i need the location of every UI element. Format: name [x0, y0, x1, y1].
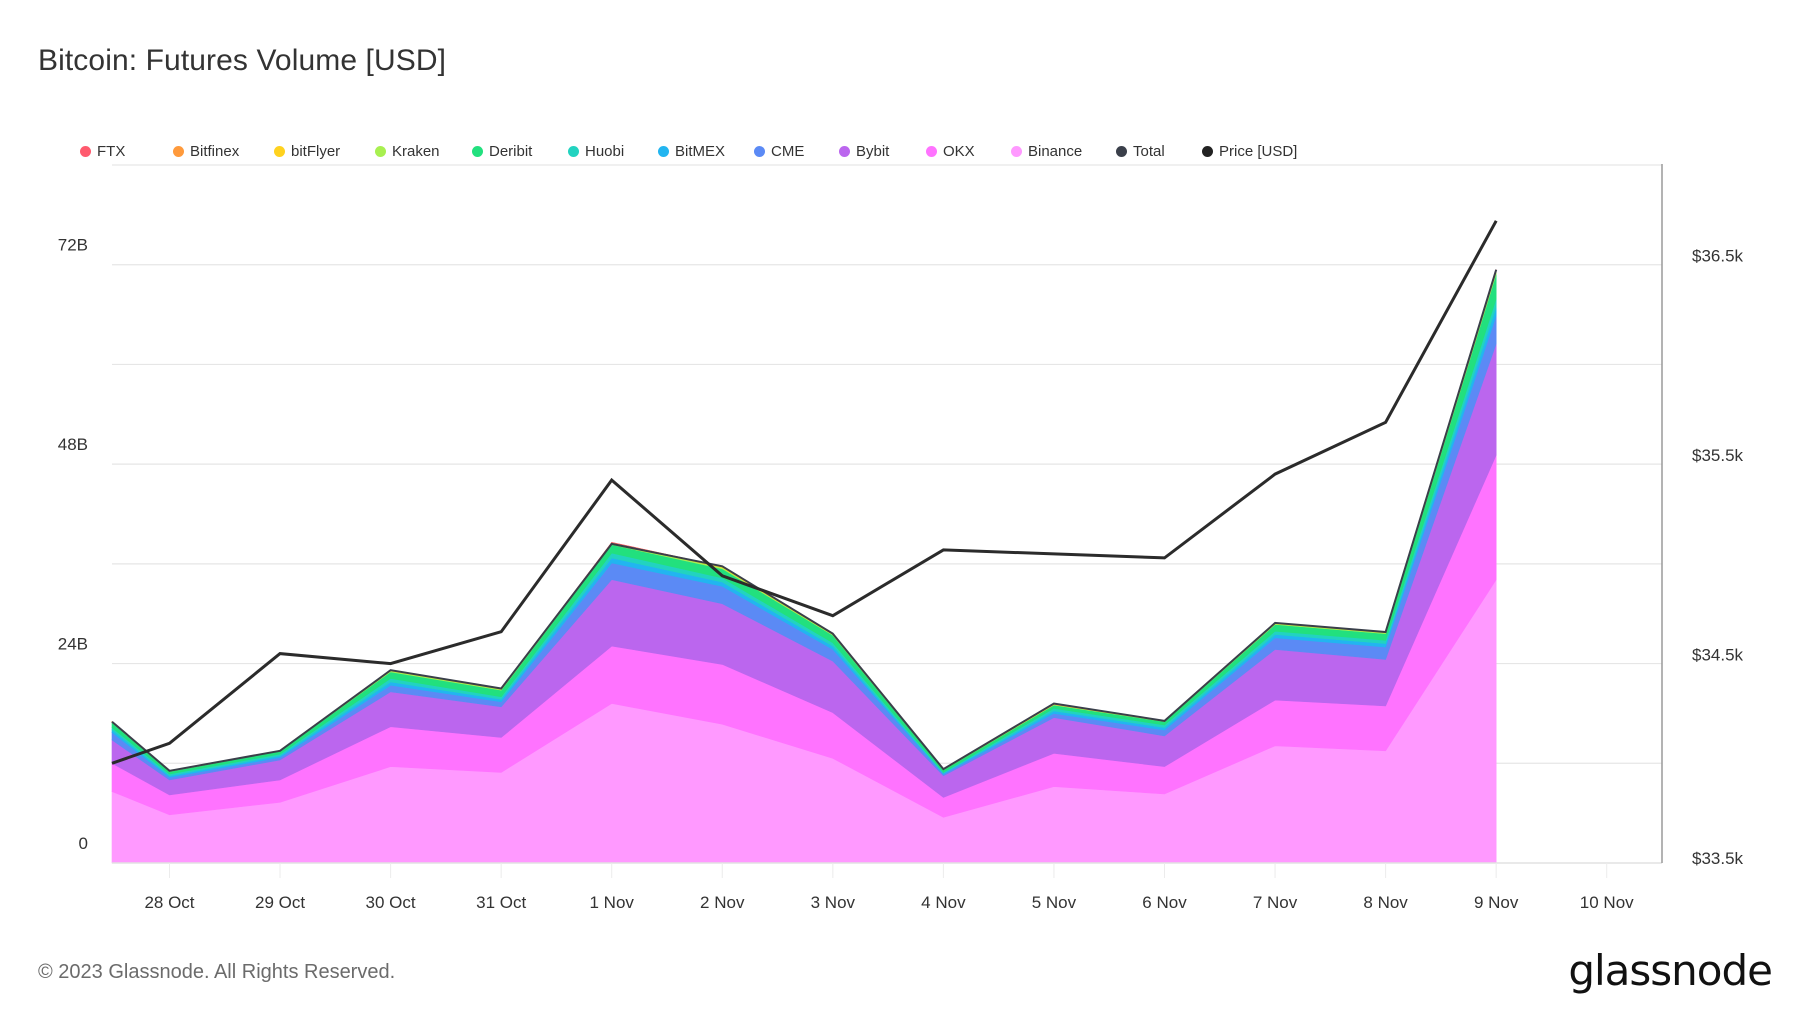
y-tick-label: 48B	[58, 435, 88, 454]
y2-tick-label: $36.5k	[1692, 247, 1744, 266]
x-tick-label: 29 Oct	[255, 893, 305, 912]
x-tick-label: 31 Oct	[476, 893, 526, 912]
y-tick-label: 24B	[58, 635, 88, 654]
y2-tick-label: $34.5k	[1692, 646, 1744, 665]
x-tick-label: 9 Nov	[1474, 893, 1519, 912]
futures-volume-chart: 0 24B 48B 72B $33.5k $34.5k $35.5k $36.5k 28 Oct…	[58, 164, 1744, 912]
x-tick-label: 28 Oct	[144, 893, 194, 912]
copyright-text: © 2023 Glassnode. All Rights Reserved.	[38, 961, 396, 983]
glassnode-logo[interactable]: glassnode	[1568, 946, 1773, 995]
y2-tick-label: $33.5k	[1692, 849, 1744, 868]
y2-tick-label: $35.5k	[1692, 446, 1744, 465]
stacked-areas	[111, 269, 1497, 864]
y-tick-label: 0	[79, 834, 88, 853]
x-tick-label: 6 Nov	[1142, 893, 1187, 912]
x-tick-label: 5 Nov	[1032, 893, 1077, 912]
x-tick-label: 8 Nov	[1363, 893, 1408, 912]
y-tick-label: 72B	[58, 236, 88, 255]
x-tick-label: 2 Nov	[700, 893, 745, 912]
x-tick-label: 3 Nov	[811, 893, 856, 912]
x-tick-label: 30 Oct	[366, 893, 416, 912]
x-tick-label: 10 Nov	[1580, 893, 1634, 912]
x-tick-label: 1 Nov	[590, 893, 635, 912]
x-tick-label: 4 Nov	[921, 893, 966, 912]
x-tick-label: 7 Nov	[1253, 893, 1298, 912]
